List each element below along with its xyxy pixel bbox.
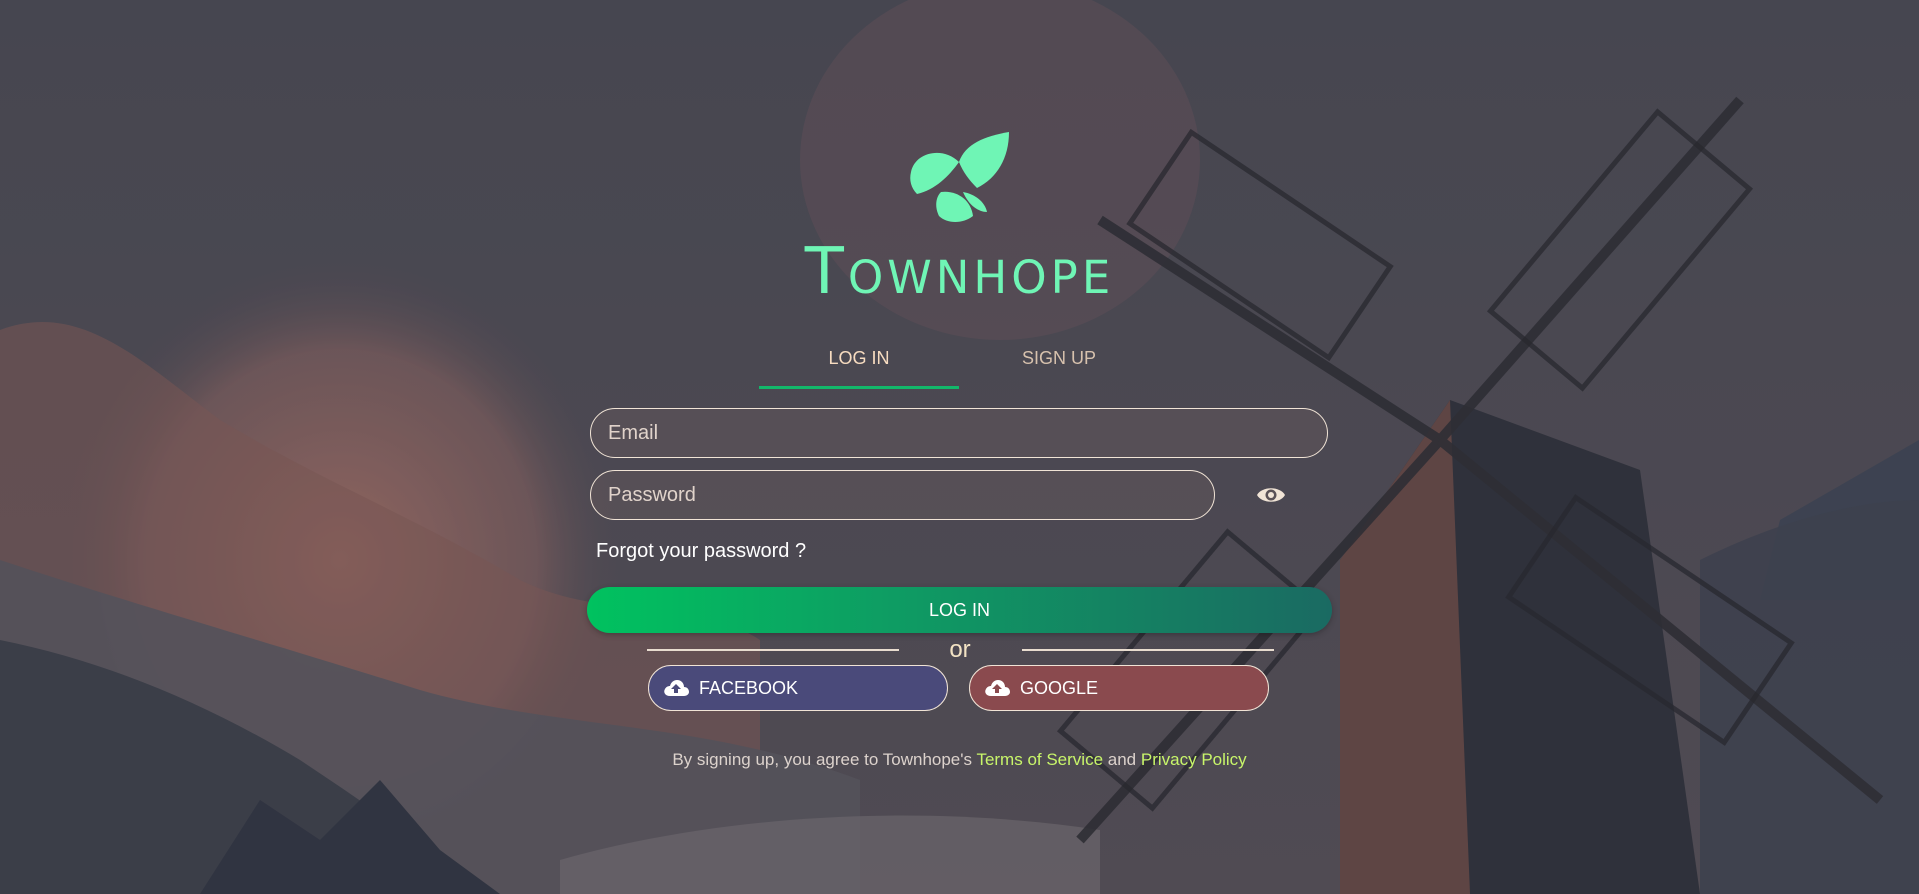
auth-tabs: LOG IN SIGN UP [759,340,1159,390]
log-in-button[interactable]: LOG IN [587,587,1332,633]
tab-sign-up-label: SIGN UP [1021,348,1096,368]
divider-label: or [949,636,971,663]
brand-name: Townhope [804,235,1115,309]
leaf-icon [910,132,1009,222]
terms-of-service-link[interactable]: Terms of Service [976,750,1103,769]
facebook-button[interactable]: FACEBOOK [648,665,948,711]
active-tab-indicator [759,386,959,389]
cloud-upload-icon [985,680,1010,696]
tab-log-in-label: LOG IN [828,348,890,368]
terms-prefix: By signing up, you agree to Townhope's [672,750,973,769]
google-button[interactable]: GOOGLE [969,665,1269,711]
divider-line-left [647,649,899,651]
tab-sign-up[interactable]: SIGN UP [959,340,1159,390]
cloud-upload-icon [664,680,689,696]
google-button-label: GOOGLE [1020,677,1099,698]
email-field[interactable] [590,408,1328,458]
terms-conjunction: and [1107,750,1137,769]
forgot-password-link[interactable]: Forgot your password ? [596,540,806,563]
privacy-policy-link[interactable]: Privacy Policy [1141,750,1247,769]
facebook-button-label: FACEBOOK [699,677,799,698]
divider-line-right [1022,649,1274,651]
terms-notice: By signing up, you agree to Townhope's T… [0,750,1919,770]
eye-icon[interactable] [1256,483,1286,507]
tab-log-in[interactable]: LOG IN [759,340,959,390]
password-field[interactable] [590,470,1215,520]
